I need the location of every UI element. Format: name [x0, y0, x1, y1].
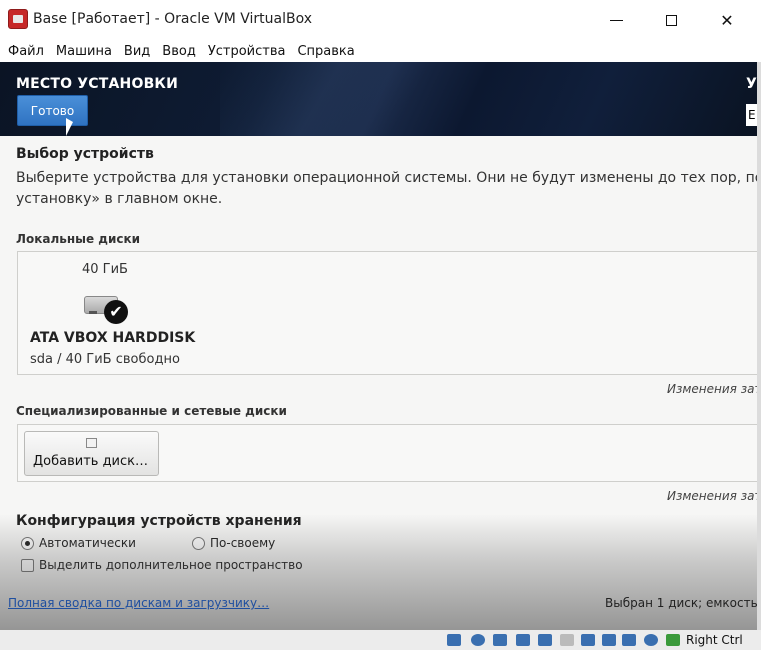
installer-footer: Полная сводка по дискам и загрузчику… Вы…: [0, 580, 757, 630]
menu-help[interactable]: Справка: [297, 44, 354, 59]
reclaim-space-label[interactable]: Выделить дополнительное пространство: [39, 558, 303, 572]
installer-content: Выбор устройств Выберите устройства для …: [0, 136, 757, 630]
installer-header: МЕСТО УСТАНОВКИ Готово У E: [0, 62, 757, 136]
done-button[interactable]: Готово: [17, 95, 88, 126]
automatic-radio[interactable]: [21, 537, 34, 550]
add-disk-icon: [86, 438, 97, 448]
close-button[interactable]: ✕: [704, 5, 750, 35]
maximize-icon: [665, 14, 677, 26]
header-right-title: У: [746, 76, 757, 92]
reclaim-space-checkbox[interactable]: [21, 559, 34, 572]
selected-checkmark-icon: ✔: [104, 300, 128, 324]
recording-status-icon[interactable]: [602, 634, 616, 646]
maximize-button[interactable]: [648, 5, 694, 35]
disk-summary-link[interactable]: Полная сводка по дискам и загрузчику…: [8, 596, 269, 610]
menu-machine[interactable]: Машина: [56, 44, 112, 59]
audio-status-icon[interactable]: [493, 634, 507, 646]
shared-folders-status-icon[interactable]: [560, 634, 574, 646]
add-disk-button[interactable]: Добавить диск…: [24, 431, 159, 476]
mouse-integration-icon[interactable]: [644, 634, 658, 646]
host-key-label: Right Ctrl: [686, 633, 743, 647]
close-icon: ✕: [720, 10, 734, 30]
optical-drive-status-icon[interactable]: [471, 634, 485, 646]
cpu-status-icon[interactable]: [622, 634, 636, 646]
minimize-button[interactable]: [593, 5, 639, 35]
network-status-icon[interactable]: [516, 634, 530, 646]
display-status-icon[interactable]: [581, 634, 595, 646]
storage-config-title: Конфигурация устройств хранения: [16, 513, 302, 529]
disk-detail: sda / 40 ГиБ свободно: [30, 352, 180, 367]
special-disks-label: Специализированные и сетевые диски: [16, 404, 287, 418]
window-titlebar: Base [Работает] - Oracle VM VirtualBox ✕: [0, 0, 761, 40]
mouse-cursor-icon: [66, 118, 73, 136]
vbox-statusbar: Right Ctrl: [0, 630, 761, 650]
window-title: Base [Работает] - Oracle VM VirtualBox: [33, 11, 313, 27]
automatic-label[interactable]: Автоматически: [39, 536, 136, 550]
device-selection-description-2: установку» в главном окне.: [16, 191, 223, 207]
keyboard-capture-icon[interactable]: [666, 634, 680, 646]
guest-screen: МЕСТО УСТАНОВКИ Готово У E Выбор устройс…: [0, 62, 757, 630]
add-disk-label: Добавить диск…: [33, 454, 149, 469]
virtualbox-app-icon: [8, 9, 28, 29]
usb-status-icon[interactable]: [538, 634, 552, 646]
device-selection-title: Выбор устройств: [16, 146, 154, 162]
window-right-border: [757, 62, 761, 630]
menu-devices[interactable]: Устройства: [208, 44, 286, 59]
custom-radio[interactable]: [192, 537, 205, 550]
disk-name: ATA VBOX HARDDISK: [30, 330, 196, 346]
minimize-icon: [609, 19, 623, 21]
menu-view[interactable]: Вид: [124, 44, 150, 59]
selection-status: Выбран 1 диск; емкость 40: [605, 596, 757, 610]
disk-size: 40 ГиБ: [82, 262, 128, 277]
device-selection-description-1: Выберите устройства для установки операц…: [16, 170, 757, 186]
hard-disk-status-icon[interactable]: [447, 634, 461, 646]
special-disks-note: Изменения затр: [667, 489, 757, 503]
menu-input[interactable]: Ввод: [162, 44, 196, 59]
spoke-title: МЕСТО УСТАНОВКИ: [16, 76, 178, 92]
disk-tile[interactable]: ✔: [84, 290, 128, 324]
menu-file[interactable]: Файл: [8, 44, 44, 59]
local-disks-label: Локальные диски: [16, 232, 141, 246]
menubar: Файл Машина Вид Ввод Устройства Справка: [0, 40, 761, 62]
keyboard-layout-indicator[interactable]: E: [746, 104, 757, 126]
local-disks-note: Изменения затр: [667, 382, 757, 396]
custom-label[interactable]: По-своему: [210, 536, 275, 550]
